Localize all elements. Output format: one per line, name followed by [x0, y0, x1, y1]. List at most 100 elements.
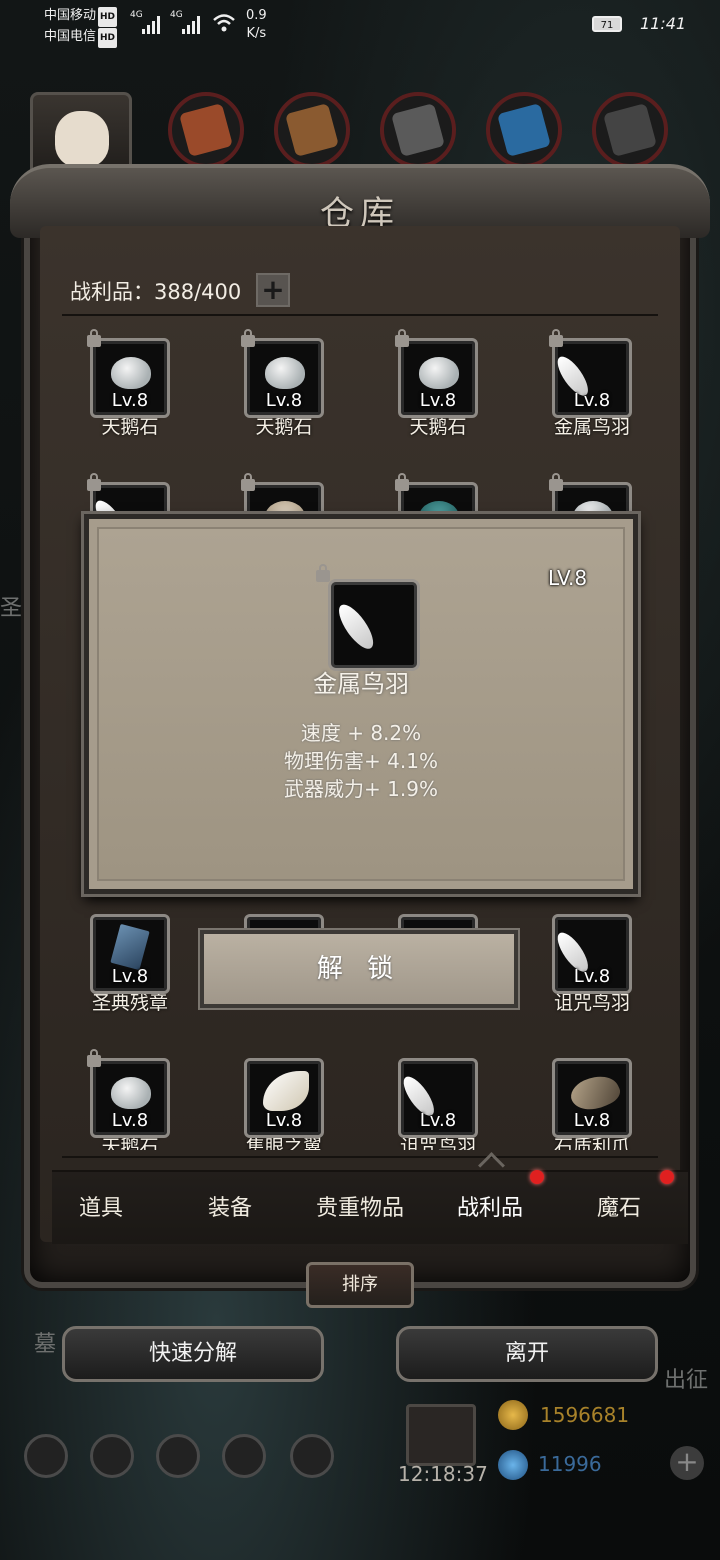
- carrier-2: 中国电信 HD: [44, 27, 118, 48]
- resource-crystal-icon[interactable]: [486, 92, 562, 168]
- item-level: Lv.8: [111, 1110, 149, 1131]
- net-type-1: 4G: [130, 10, 143, 20]
- item-slot[interactable]: Lv.8 金属鸟羽: [549, 329, 634, 439]
- item-slot[interactable]: Lv.8 圣典残章: [88, 914, 172, 1015]
- swan-stone-icon: [111, 357, 151, 389]
- item-level: Lv.8: [111, 390, 149, 411]
- item-slot[interactable]: Lv.8 天鹅石: [87, 329, 172, 439]
- item-icon-frame: Lv.8: [87, 1049, 170, 1138]
- swan-stone-icon: [111, 1077, 151, 1109]
- item-slot[interactable]: Lv.8 诅咒鸟羽: [396, 1058, 480, 1150]
- unlock-button[interactable]: 解 锁: [200, 930, 518, 1008]
- item-level: Lv.8: [419, 1110, 457, 1131]
- item-level: Lv.8: [573, 1110, 611, 1131]
- popup-stat: 物理伤害+ 4.1%: [284, 749, 438, 773]
- signal-icon: [182, 14, 204, 34]
- tab-valuables[interactable]: 贵重物品: [295, 1190, 425, 1222]
- tab-equipment[interactable]: 装备: [165, 1190, 295, 1222]
- divider: [62, 1156, 658, 1158]
- divider: [62, 314, 658, 316]
- sort-button[interactable]: 排序: [306, 1262, 414, 1308]
- gold-coin-icon: [498, 1400, 528, 1430]
- status-time: 11:41: [640, 14, 687, 33]
- item-icon-frame: Lv.8: [398, 1058, 478, 1138]
- resource-wood-icon[interactable]: [274, 92, 350, 168]
- popup-stat: 武器威力+ 1.9%: [284, 777, 438, 801]
- status-bar: 中国移动 HD 中国电信 HD 4G 4G 0.9 K/s 71 11:41: [0, 0, 720, 60]
- gem-amount: 11996: [538, 1452, 602, 1476]
- tab-loot[interactable]: 战利品: [425, 1190, 555, 1222]
- item-level: Lv.8: [419, 390, 457, 411]
- item-slot[interactable]: Lv.8 石质利爪: [550, 1058, 634, 1150]
- lock-icon: [316, 564, 330, 582]
- gift-box-icon[interactable]: [406, 1404, 476, 1466]
- book-icon: [110, 923, 150, 971]
- item-slot[interactable]: Lv.8 天鹅石: [87, 1049, 172, 1150]
- leave-button[interactable]: 离开: [396, 1326, 658, 1382]
- hd-badge: HD: [98, 28, 118, 48]
- item-slot[interactable]: Lv.8 天鹅石: [241, 329, 326, 439]
- popup-parchment: [97, 527, 625, 881]
- network-speed: 0.9 K/s: [246, 7, 267, 43]
- dispatch-label[interactable]: 出征: [664, 1362, 708, 1394]
- resource-iron-icon[interactable]: [380, 92, 456, 168]
- mail-icon[interactable]: [222, 1434, 266, 1478]
- popup-stat: 速度 + 8.2%: [300, 721, 422, 745]
- book-menu-icon[interactable]: [156, 1434, 200, 1478]
- signal-icon: [142, 14, 164, 34]
- settings-icon[interactable]: [24, 1434, 68, 1478]
- item-level: Lv.8: [111, 966, 149, 987]
- item-slot[interactable]: Lv.8 诅咒鸟羽: [550, 914, 634, 1015]
- wing-icon: [263, 1071, 309, 1111]
- popup-item-name: 金属鸟羽: [313, 670, 409, 698]
- expand-capacity-button[interactable]: +: [256, 273, 290, 307]
- speed-value: 0.9: [246, 8, 267, 23]
- item-icon-frame: Lv.8: [549, 329, 632, 418]
- hd-badge: HD: [98, 7, 118, 27]
- item-icon-frame: Lv.8: [90, 914, 170, 994]
- carrier-1: 中国移动 HD: [44, 6, 118, 27]
- gem-icon: [498, 1450, 528, 1480]
- tab-magic-stones[interactable]: 魔石: [554, 1190, 684, 1222]
- shop-icon[interactable]: [290, 1434, 334, 1478]
- side-label: 墓: [34, 1332, 57, 1357]
- lock-icon: [395, 329, 409, 347]
- item-icon-frame: Lv.8: [244, 1058, 324, 1138]
- popup-item-frame: [328, 579, 420, 671]
- resource-meat-icon[interactable]: [168, 92, 244, 168]
- battery-icon: 71: [592, 16, 622, 32]
- lock-icon: [549, 329, 563, 347]
- quick-decompose-button[interactable]: 快速分解: [62, 1326, 324, 1382]
- feather-icon: [332, 599, 380, 654]
- swan-stone-icon: [265, 357, 305, 389]
- rabbit-avatar-icon: [55, 111, 109, 167]
- item-icon-frame: Lv.8: [241, 329, 324, 418]
- resource-stone-icon[interactable]: [592, 92, 668, 168]
- item-icon-frame: Lv.8: [552, 914, 632, 994]
- gift-timer: 12:18:37: [398, 1462, 488, 1486]
- popup-level: LV.8: [548, 566, 588, 590]
- swan-stone-icon: [419, 357, 459, 389]
- item-slot[interactable]: Lv.8 隼眼之翼: [242, 1058, 326, 1150]
- item-icon-frame: Lv.8: [395, 329, 478, 418]
- item-level: Lv.8: [573, 966, 611, 987]
- speed-unit: K/s: [246, 26, 267, 41]
- carrier-2-name: 中国电信: [44, 29, 97, 44]
- lock-icon: [241, 473, 255, 491]
- gold-amount: 1596681: [540, 1403, 630, 1427]
- lock-icon: [241, 329, 255, 347]
- item-level: Lv.8: [265, 1110, 303, 1131]
- add-currency-button[interactable]: +: [670, 1446, 704, 1480]
- capacity-label: 战利品：388/400: [70, 280, 242, 304]
- item-icon-frame: Lv.8: [552, 1058, 632, 1138]
- lock-icon: [549, 473, 563, 491]
- item-level: Lv.8: [265, 390, 303, 411]
- lock-icon: [395, 473, 409, 491]
- star-icon[interactable]: [90, 1434, 134, 1478]
- item-icon-frame: Lv.8: [87, 329, 170, 418]
- item-slot[interactable]: Lv.8 天鹅石: [395, 329, 480, 439]
- lock-icon: [87, 473, 101, 491]
- tab-items[interactable]: 道具: [36, 1190, 166, 1222]
- side-label: 圣: [0, 596, 23, 621]
- notification-dot: [660, 1170, 674, 1184]
